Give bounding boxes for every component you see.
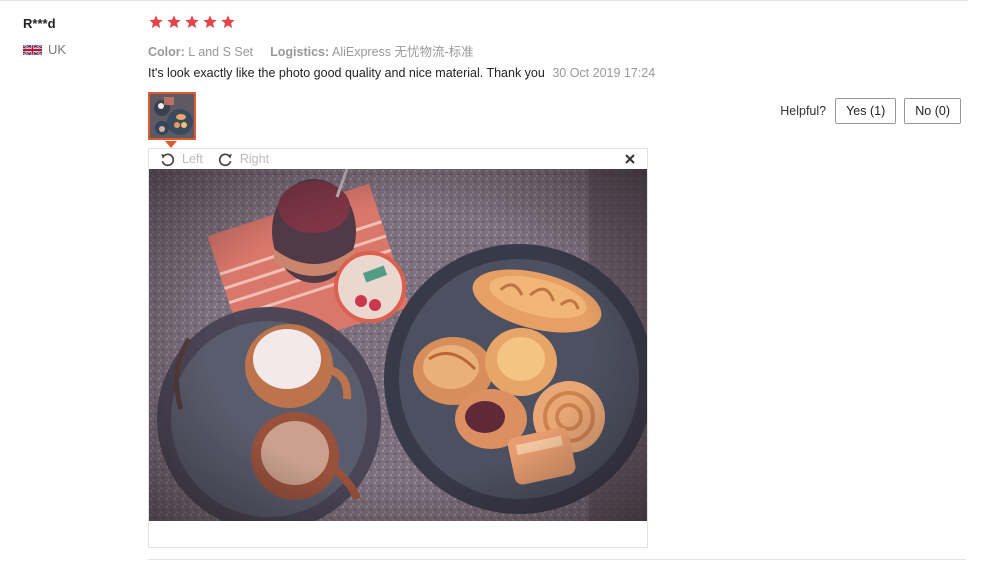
rotate-right-button[interactable]: Right [217, 151, 269, 168]
star-rating [148, 14, 236, 30]
star-icon [221, 15, 235, 28]
thumbnail-image [150, 94, 194, 138]
star-icon [185, 15, 199, 28]
viewer-toolbar: Left Right [149, 149, 647, 169]
photo-viewer: Left Right [148, 148, 648, 548]
review-body: It's look exactly like the photo good qu… [148, 66, 655, 80]
rotate-left-icon [161, 152, 175, 166]
helpful-label: Helpful? [780, 104, 827, 118]
logistics-key: Logistics: [270, 45, 330, 59]
breakfast-photo [149, 169, 647, 521]
star-icon [167, 15, 181, 28]
review-text: It's look exactly like the photo good qu… [148, 66, 545, 80]
rotate-left-label: Left [182, 152, 203, 166]
uk-flag-icon [23, 43, 42, 56]
review-photo-thumbnail[interactable] [148, 92, 196, 140]
buyer-name: R***d [23, 16, 56, 31]
country-label: UK [48, 42, 67, 57]
review-date: 30 Oct 2019 17:24 [552, 66, 656, 80]
color-key: Color: [148, 45, 185, 59]
buyer-country: UK [23, 42, 66, 57]
thumbnail-pointer [165, 141, 177, 148]
close-icon[interactable] [623, 152, 637, 166]
helpful-yes-button[interactable]: Yes (1) [835, 98, 897, 124]
helpful-no-button[interactable]: No (0) [904, 98, 961, 124]
review-photo [149, 169, 647, 521]
color-value: L and S Set [188, 45, 254, 59]
rotate-right-icon [218, 152, 232, 166]
rotate-left-button[interactable]: Left [159, 151, 203, 168]
bottom-divider [148, 559, 966, 560]
order-details: Color: L and S Set Logistics: AliExpress… [148, 41, 474, 60]
rotate-right-label: Right [239, 152, 270, 166]
logistics-value: AliExpress 无忧物流-标准 [331, 45, 474, 59]
helpful-voting: Helpful? Yes (1) No (0) [780, 98, 961, 124]
star-icon [203, 15, 217, 28]
star-icon [149, 15, 163, 28]
top-divider [0, 0, 968, 1]
